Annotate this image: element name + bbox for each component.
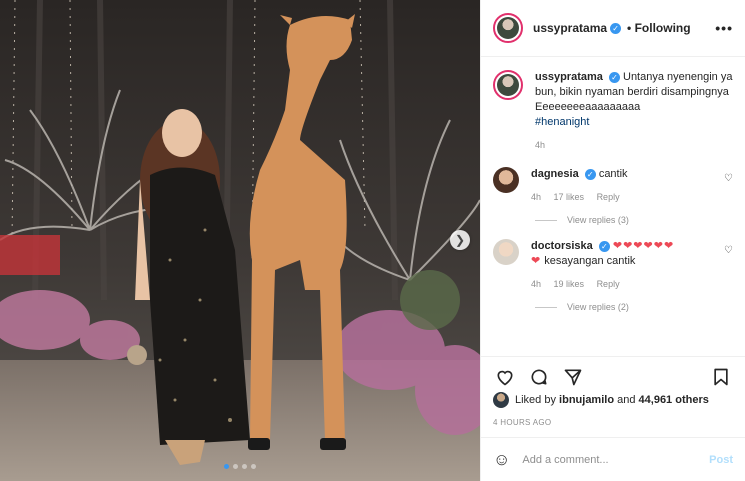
post-media[interactable]: ❯ — [0, 0, 480, 481]
verified-badge-icon: ✓ — [608, 71, 620, 83]
like-button[interactable] — [493, 365, 517, 389]
add-comment-bar: ☺ Post — [481, 437, 745, 481]
comment-input[interactable] — [520, 452, 710, 467]
comment-likes[interactable]: 17 likes — [554, 192, 585, 202]
comment-likes[interactable]: 19 likes — [554, 279, 585, 289]
photo-camel-woman — [0, 0, 480, 481]
heart-outline-icon — [497, 370, 513, 386]
comments-list[interactable]: ussypratama ✓ Untanya nyenengin ya bun, … — [481, 56, 745, 356]
reply-button[interactable]: Reply — [597, 192, 620, 202]
comment-username[interactable]: doctorsiska — [531, 240, 593, 252]
likes-user[interactable]: ibnujamilo — [559, 394, 614, 406]
caption: ussypratama ✓ Untanya nyenengin ya bun, … — [493, 70, 733, 153]
hearts-emoji: ❤ — [531, 255, 542, 267]
save-button[interactable] — [709, 365, 733, 389]
paper-plane-icon — [564, 369, 582, 385]
next-slide-button[interactable]: ❯ — [450, 230, 470, 250]
list-item: dagnesia ✓ cantik 4h 17 likes Reply ♡ — [493, 167, 733, 205]
list-item: doctorsiska ✓ ❤❤❤❤❤❤ ❤ kesayangan cantik… — [493, 239, 733, 292]
comment-time: 4h — [531, 279, 542, 289]
view-replies-button[interactable]: View replies (3) — [535, 215, 733, 225]
verified-badge-icon: ✓ — [584, 168, 596, 180]
avatar[interactable] — [493, 239, 519, 265]
carousel-dot-active — [224, 464, 229, 469]
post-side-panel: ussypratama ✓ • Following ••• ussypratam… — [480, 0, 745, 481]
hashtag-link[interactable]: #henanight — [535, 116, 589, 128]
bookmark-icon — [714, 368, 728, 385]
post-header: ussypratama ✓ • Following ••• — [481, 0, 745, 57]
hearts-emoji: ❤❤❤❤❤❤ — [612, 240, 675, 252]
verified-badge-icon: ✓ — [610, 22, 622, 34]
comment-text: cantik — [598, 168, 628, 180]
comment-text: kesayangan cantik — [544, 255, 636, 267]
comment-bubble-icon — [531, 369, 547, 385]
comment-time: 4h — [531, 192, 542, 202]
instagram-post: ❯ ussypratama ✓ • Following ••• ussyprat… — [0, 0, 745, 481]
following-status[interactable]: • Following — [627, 21, 691, 35]
view-replies-button[interactable]: View replies (2) — [535, 302, 733, 312]
avatar[interactable] — [493, 70, 523, 100]
carousel-dot — [242, 464, 247, 469]
action-bar — [481, 356, 745, 396]
caption-username[interactable]: ussypratama — [535, 71, 603, 83]
caption-time: 4h — [535, 140, 546, 150]
likes-others[interactable]: 44,961 others — [639, 394, 709, 406]
view-replies-label: View replies (3) — [567, 215, 629, 225]
post-comment-button[interactable]: Post — [709, 454, 733, 466]
carousel-dot — [233, 464, 238, 469]
heart-icon[interactable]: ♡ — [724, 245, 733, 292]
likes-and: and — [617, 394, 636, 406]
view-replies-label: View replies (2) — [567, 302, 629, 312]
avatar[interactable] — [493, 392, 509, 408]
reply-button[interactable]: Reply — [597, 279, 620, 289]
header-username[interactable]: ussypratama — [533, 21, 607, 35]
verified-badge-icon: ✓ — [598, 240, 610, 252]
comment-username[interactable]: dagnesia — [531, 168, 579, 180]
carousel-dot — [251, 464, 256, 469]
avatar[interactable] — [493, 167, 519, 193]
post-timestamp[interactable]: 4 HOURS AGO — [493, 418, 551, 427]
chevron-right-icon: ❯ — [454, 233, 466, 247]
likes-prefix: Liked by — [515, 394, 556, 406]
avatar[interactable] — [493, 13, 523, 43]
emoji-icon[interactable]: ☺ — [493, 450, 510, 470]
carousel-dots — [0, 464, 480, 469]
share-button[interactable] — [561, 365, 585, 389]
comment-button[interactable] — [527, 365, 551, 389]
heart-icon[interactable]: ♡ — [724, 173, 733, 205]
more-dots-icon[interactable]: ••• — [715, 20, 733, 36]
likes-summary: Liked by ibnujamilo and 44,961 others — [493, 392, 733, 408]
